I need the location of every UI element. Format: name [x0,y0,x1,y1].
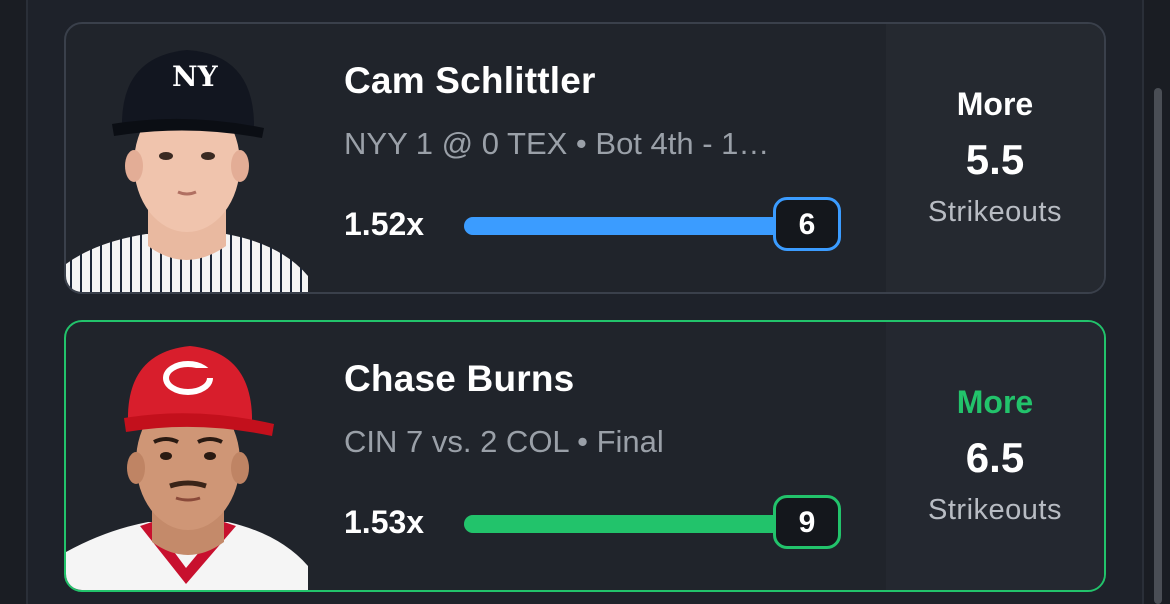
current-value-badge: 6 [773,197,841,251]
pick-stat: Strikeouts [928,494,1062,526]
progress-bar [464,217,804,235]
pick-stat: Strikeouts [928,196,1062,228]
payout-multiplier: 1.53x [344,504,425,540]
scrollbar[interactable] [1154,88,1162,604]
page: NY Cam Schlittler NYY 1 @ 0 TEX • Bot 4t… [0,0,1170,604]
current-value-badge: 9 [773,495,841,549]
progress-bar-fill [464,217,804,235]
yankees-ny-cap-icon: NY [172,60,219,93]
progress-bar [464,515,804,533]
player-name: Cam Schlittler [344,60,596,101]
pick-summary: More 6.5 Strikeouts [886,322,1104,590]
pick-card[interactable]: NY Cam Schlittler NYY 1 @ 0 TEX • Bot 4t… [64,22,1106,294]
progress-bar-fill [464,515,804,533]
player-photo: NY [66,24,308,292]
pick-direction: More [956,384,1034,420]
pick-direction: More [956,86,1034,122]
game-status: NYY 1 @ 0 TEX • Bot 4th - 1… [344,126,770,161]
pick-summary: More 5.5 Strikeouts [886,24,1104,292]
pick-card[interactable]: Chase Burns CIN 7 vs. 2 COL • Final 1.53… [64,320,1106,592]
payout-multiplier: 1.52x [344,206,425,242]
pick-line: 6.5 [965,434,1025,481]
player-photo [66,322,308,590]
player-name: Chase Burns [344,358,575,399]
game-status: CIN 7 vs. 2 COL • Final [344,424,664,459]
pick-line: 5.5 [965,136,1025,183]
